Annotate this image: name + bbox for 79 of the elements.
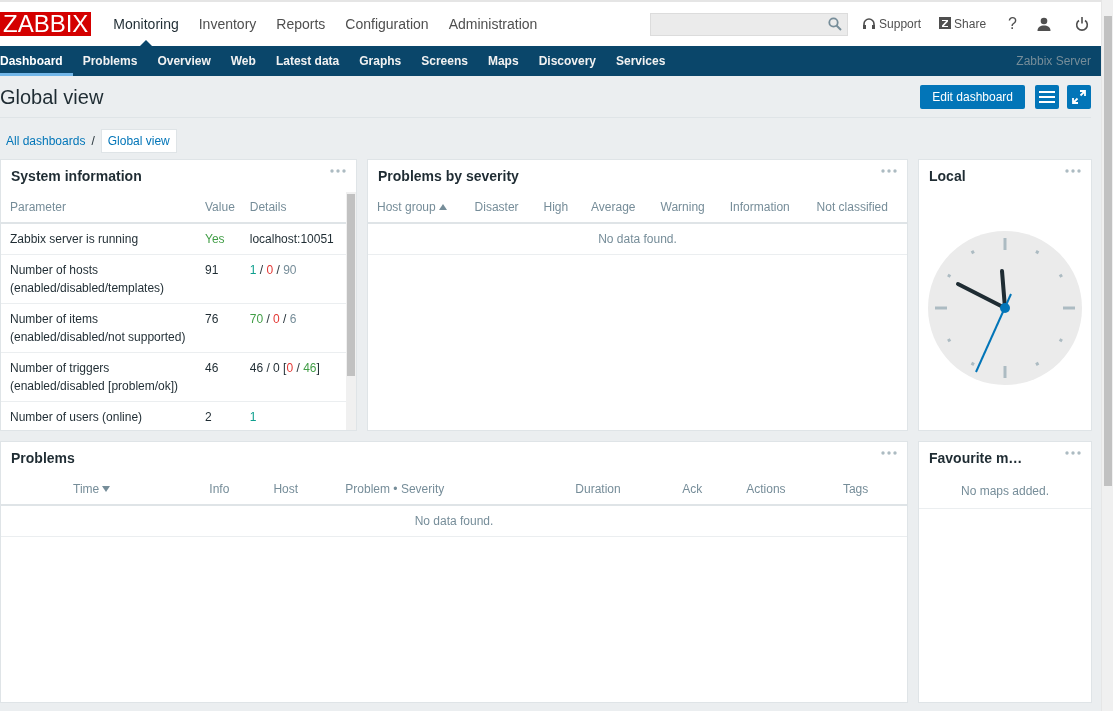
submenu-item[interactable]: Latest data xyxy=(265,46,350,76)
column-header: Information xyxy=(729,199,790,216)
widget-title: Local xyxy=(929,166,966,186)
table-cell: Number of users (online) xyxy=(1,401,201,430)
table-cell: Number of hosts (enabled/disabled/templates) xyxy=(1,254,201,304)
column-header: Host group xyxy=(377,198,447,216)
breadcrumb-link[interactable]: All dashboards xyxy=(6,129,86,153)
menu-item[interactable]: Administration xyxy=(438,1,548,47)
empty-message: No data found. xyxy=(1,505,907,537)
column-header: Time xyxy=(73,480,111,498)
table-cell: 2 xyxy=(201,401,241,430)
column-header: Info xyxy=(209,481,230,498)
empty-message: No data found. xyxy=(368,223,907,255)
table-cell: Yes xyxy=(201,223,241,255)
table-cell: 46 xyxy=(201,352,241,402)
scrollbar-thumb[interactable] xyxy=(347,194,355,376)
column-header: Duration xyxy=(575,481,621,498)
widget-title: Problems xyxy=(11,448,75,468)
column-header: Warning xyxy=(660,199,705,216)
submenu-item[interactable]: Graphs xyxy=(349,46,412,76)
scrollbar-thumb[interactable] xyxy=(1104,16,1112,486)
menu-button[interactable] xyxy=(1035,84,1059,109)
edit-dashboard-button[interactable]: Edit dashboard xyxy=(920,84,1025,109)
more-icon[interactable] xyxy=(330,169,346,173)
column-header: High xyxy=(543,199,569,216)
column-header: Problem • Severity xyxy=(345,481,445,498)
column-header: Average xyxy=(591,199,636,216)
server-name: Zabbix Server xyxy=(1016,53,1091,70)
submenu-item[interactable]: Maps xyxy=(477,46,529,76)
search-icon xyxy=(828,17,843,31)
menu-icon xyxy=(1039,89,1055,104)
headset-icon xyxy=(862,17,877,31)
table-cell: 91 xyxy=(201,254,241,304)
menu-item[interactable]: Monitoring xyxy=(103,1,189,47)
column-header: Actions xyxy=(746,481,786,498)
submenu-item[interactable]: Dashboard xyxy=(0,46,73,76)
submenu-item[interactable]: Problems xyxy=(72,46,148,76)
scrollbar[interactable] xyxy=(346,192,356,430)
more-icon[interactable] xyxy=(881,169,897,173)
more-icon[interactable] xyxy=(881,451,897,455)
scrollbar[interactable] xyxy=(1101,0,1113,711)
z-icon xyxy=(939,17,952,31)
more-icon[interactable] xyxy=(1065,451,1081,455)
menu-item[interactable]: Inventory xyxy=(188,1,267,47)
table-cell: 76 xyxy=(201,303,241,353)
table-cell: Zabbix server is running xyxy=(1,223,201,255)
table-cell: Number of triggers (enabled/disabled [problem/ok]) xyxy=(1,352,201,402)
search-field[interactable] xyxy=(650,12,849,36)
menu-item[interactable]: Configuration xyxy=(335,1,439,47)
help-link[interactable]: ? xyxy=(1008,12,1017,36)
fullscreen-button[interactable] xyxy=(1067,84,1091,109)
table-cell: Number of items (enabled/disabled/not supported) xyxy=(1,303,201,353)
breadcrumb-separator: / xyxy=(91,133,95,150)
submenu-item[interactable]: Overview xyxy=(147,46,221,76)
expand-icon xyxy=(1072,89,1086,104)
column-header: Not classified xyxy=(816,199,888,216)
column-header: Host xyxy=(273,481,299,498)
user-icon[interactable] xyxy=(1037,17,1051,31)
menu-item[interactable]: Reports xyxy=(266,1,336,47)
submenu-item[interactable]: Services xyxy=(606,46,676,76)
column-header: Value xyxy=(201,192,241,223)
widget-title: Favourite m… xyxy=(929,448,1023,468)
column-header: Ack xyxy=(682,481,703,498)
submenu-item[interactable]: Discovery xyxy=(528,46,606,76)
column-header: Disaster xyxy=(474,199,519,216)
column-header: Tags xyxy=(842,481,869,498)
logo[interactable]: ZABBIX xyxy=(0,12,92,36)
widget-title: System information xyxy=(11,166,142,186)
more-icon[interactable] xyxy=(1065,169,1081,173)
breadcrumb-link[interactable]: Global view xyxy=(100,129,177,153)
submenu-item[interactable]: Screens xyxy=(411,46,478,76)
power-icon[interactable] xyxy=(1075,17,1089,31)
submenu-item[interactable]: Web xyxy=(220,46,266,76)
page-title: Global view xyxy=(0,84,104,109)
widget-title: Problems by severity xyxy=(378,166,519,186)
share-link[interactable]: Share xyxy=(939,15,987,33)
support-link[interactable]: Support xyxy=(862,15,922,33)
empty-message: No maps added. xyxy=(919,474,1091,509)
column-header: Parameter xyxy=(1,192,201,223)
